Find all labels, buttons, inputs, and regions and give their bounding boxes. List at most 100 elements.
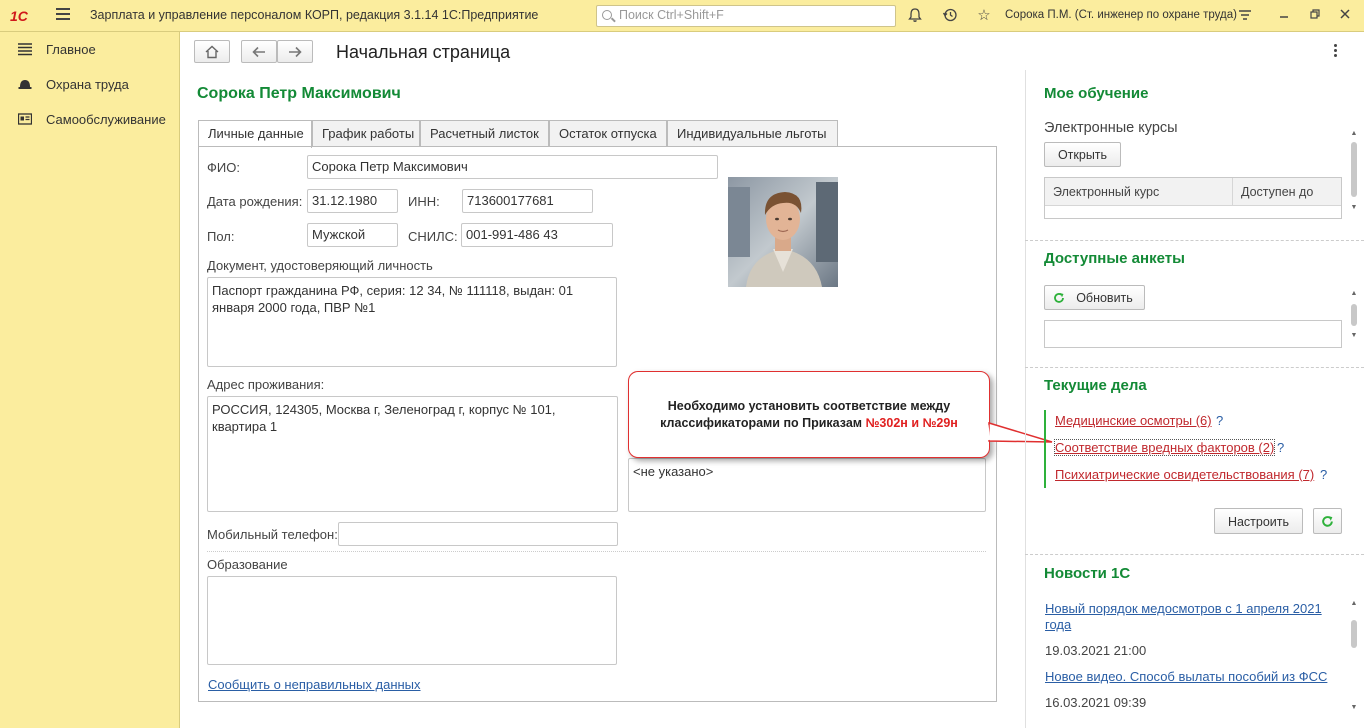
id-card-icon (17, 112, 33, 126)
snils-field[interactable]: 001-991-486 43 (461, 223, 613, 247)
menu-icon[interactable] (56, 8, 70, 22)
document-section-title: Документ, удостоверяющий личность (207, 258, 433, 273)
scroll-down-icon[interactable]: ▼ (1350, 204, 1358, 211)
gender-field[interactable]: Мужской (307, 223, 398, 247)
news-item-date: 19.03.2021 21:00 (1045, 643, 1147, 658)
document-field[interactable]: Паспорт гражданина РФ, серия: 12 34, № 1… (207, 277, 617, 367)
search-input[interactable]: Поиск Ctrl+Shift+F (596, 5, 896, 27)
news-item-link[interactable]: Новое видео. Способ вылаты пособий из ФС… (1045, 669, 1340, 685)
surveys-scrollbar[interactable]: ▲ ▼ (1350, 290, 1358, 345)
tab-vacation-balance[interactable]: Остаток отпуска (549, 120, 667, 147)
learning-title: Мое обучение (1044, 85, 1149, 102)
restore-icon[interactable] (1306, 7, 1324, 25)
employee-name: Сорока Петр Максимович (197, 85, 401, 102)
refresh-icon (1054, 293, 1064, 303)
news-item-date: 16.03.2021 09:39 (1045, 695, 1147, 710)
settings-menu-icon[interactable] (1236, 7, 1254, 25)
callout-text-line2: классификаторами по Приказам (660, 416, 863, 430)
current-user[interactable]: Сорока П.М. (Ст. инженер по охране труда… (1005, 9, 1237, 21)
section-divider (1025, 367, 1364, 368)
scroll-up-icon[interactable]: ▲ (1350, 130, 1358, 137)
scroll-down-icon[interactable]: ▼ (1350, 704, 1358, 711)
current-tasks-title: Текущие дела (1044, 377, 1147, 394)
callout-text-line1: Необходимо установить соответствие между (667, 399, 951, 413)
refresh-surveys-button[interactable]: Обновить (1044, 285, 1145, 310)
home-icon (205, 45, 219, 59)
callout-highlight: №302н и №29н (865, 416, 958, 430)
tab-individual-benefits[interactable]: Индивидуальные льготы (667, 120, 838, 147)
helmet-icon (18, 77, 32, 91)
sidebar-item-labor-safety[interactable]: Охрана труда (0, 72, 180, 98)
column-header-course[interactable]: Электронный курс (1045, 178, 1233, 206)
inn-field[interactable]: 713600177681 (462, 189, 593, 213)
home-button[interactable] (194, 40, 230, 63)
tasks-accent-bar (1044, 410, 1046, 488)
section-divider (1025, 240, 1364, 241)
mobile-phone-label: Мобильный телефон: (207, 527, 338, 542)
inn-label: ИНН: (408, 194, 440, 209)
scroll-up-icon[interactable]: ▲ (1350, 600, 1358, 607)
education-field[interactable] (207, 576, 617, 665)
news-item-link[interactable]: Новый порядок медосмотров с 1 апреля 202… (1045, 601, 1340, 633)
task-harmful-factors[interactable]: Соответствие вредных факторов (2) (1053, 439, 1276, 456)
help-icon[interactable]: ? (1320, 467, 1327, 482)
section-divider (207, 551, 986, 552)
tab-payslip[interactable]: Расчетный листок (420, 120, 549, 147)
scroll-down-icon[interactable]: ▼ (1350, 332, 1358, 339)
close-icon[interactable] (1336, 7, 1354, 25)
address-field[interactable]: РОССИЯ, 124305, Москва г, Зеленоград г, … (207, 396, 618, 512)
sidebar-item-label: Самообслуживание (46, 112, 166, 127)
news-scrollbar[interactable]: ▲ ▼ (1350, 600, 1358, 715)
app-logo[interactable]: 1С (10, 8, 28, 24)
scroll-thumb[interactable] (1351, 620, 1357, 648)
fio-field[interactable]: Сорока Петр Максимович (307, 155, 718, 179)
back-button[interactable] (241, 40, 277, 63)
snils-label: СНИЛС: (408, 229, 458, 244)
column-header-available-until[interactable]: Доступен до (1233, 178, 1341, 206)
tab-personal-data[interactable]: Личные данные (198, 120, 312, 148)
search-placeholder: Поиск Ctrl+Shift+F (619, 8, 724, 22)
top-bar: 1С Зарплата и управление персоналом КОРП… (0, 0, 1364, 32)
birth-date-label: Дата рождения: (207, 194, 303, 209)
scroll-thumb[interactable] (1351, 304, 1357, 326)
refresh-label: Обновить (1076, 291, 1133, 305)
configure-button[interactable]: Настроить (1214, 508, 1303, 534)
fio-label: ФИО: (207, 160, 240, 175)
address-label: Адрес проживания: (207, 377, 325, 392)
arrow-left-icon (252, 46, 265, 58)
surveys-list (1044, 320, 1342, 348)
sidebar-item-self-service[interactable]: Самообслуживание (0, 107, 180, 133)
report-wrong-data-link[interactable]: Сообщить о неправильных данных (208, 677, 421, 692)
help-icon[interactable]: ? (1277, 440, 1284, 455)
mobile-phone-field[interactable] (338, 522, 618, 546)
scroll-up-icon[interactable]: ▲ (1350, 290, 1358, 297)
surveys-title: Доступные анкеты (1044, 250, 1185, 267)
courses-table: Электронный курс Доступен до (1044, 177, 1342, 219)
unspecified-field[interactable]: <не указано> (628, 458, 986, 512)
birth-date-field[interactable]: 31.12.1980 (307, 189, 398, 213)
task-psychiatric-exams[interactable]: Психиатрические освидетельствования (7) (1055, 467, 1314, 482)
task-medical-exams[interactable]: Медицинские осмотры (6) (1055, 413, 1212, 428)
tab-work-schedule[interactable]: График работы (312, 120, 420, 147)
star-icon[interactable]: ☆ (975, 7, 993, 25)
help-icon[interactable]: ? (1216, 413, 1223, 428)
refresh-icon (1322, 516, 1333, 527)
bell-icon[interactable] (906, 7, 924, 25)
app-title: Зарплата и управление персоналом КОРП, р… (90, 8, 539, 22)
news-title: Новости 1С (1044, 565, 1131, 582)
sidebar-item-label: Главное (46, 42, 96, 57)
search-icon (602, 10, 612, 20)
sidebar-item-main[interactable]: Главное (0, 37, 180, 63)
refresh-tasks-button[interactable] (1313, 508, 1342, 534)
history-icon[interactable] (941, 7, 959, 25)
section-divider (1025, 554, 1364, 555)
learning-scrollbar[interactable]: ▲ ▼ (1350, 130, 1358, 215)
page-title: Начальная страница (336, 42, 511, 62)
sidebar-item-label: Охрана труда (46, 77, 129, 92)
scroll-thumb[interactable] (1351, 142, 1357, 197)
more-options-icon[interactable] (1334, 44, 1340, 58)
open-button[interactable]: Открыть (1044, 142, 1121, 167)
minimize-icon[interactable] (1275, 7, 1293, 25)
callout-tooltip: Необходимо установить соответствие между… (628, 371, 990, 458)
forward-button[interactable] (277, 40, 313, 63)
